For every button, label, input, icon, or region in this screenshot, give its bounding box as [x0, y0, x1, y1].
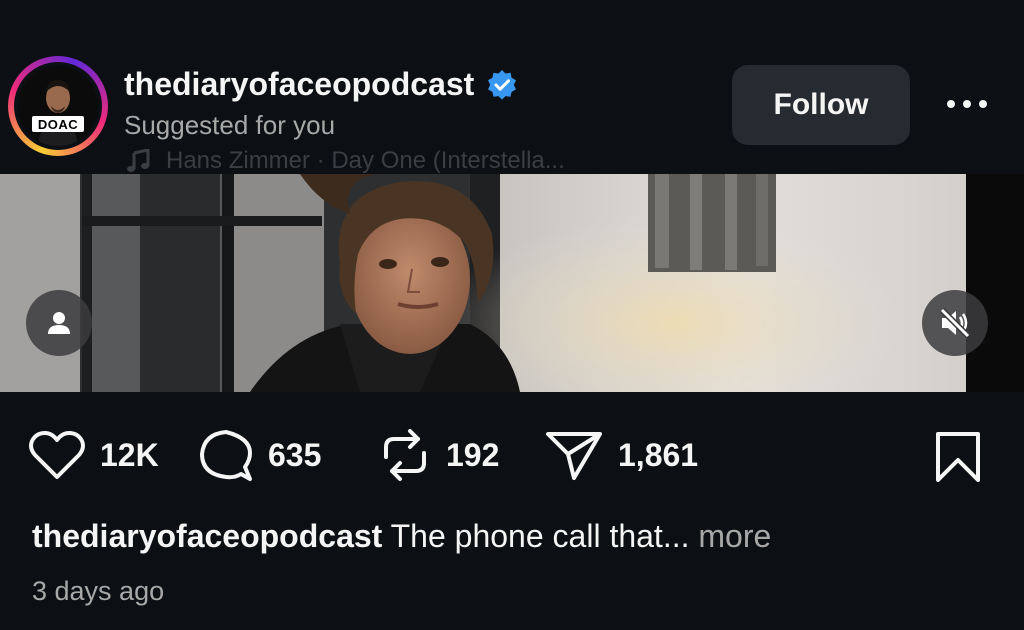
repost-count[interactable]: 192: [446, 437, 499, 474]
caption-username[interactable]: thediaryofaceopodcast: [32, 518, 382, 554]
username-link[interactable]: thediaryofaceopodcast: [124, 66, 474, 103]
post-actions: 12K 635 192 1,861: [0, 420, 1024, 490]
tagged-users-button[interactable]: [26, 290, 92, 356]
repost-action: 192: [378, 420, 499, 490]
post-caption: thediaryofaceopodcast The phone call tha…: [32, 518, 771, 555]
music-title: Hans Zimmer · Day One (Interstella...: [166, 148, 565, 174]
heart-icon[interactable]: [28, 429, 86, 481]
like-action: 12K: [28, 420, 159, 490]
person-icon: [48, 312, 70, 334]
suggested-label: Suggested for you: [124, 110, 336, 140]
send-icon[interactable]: [544, 428, 604, 482]
repost-icon[interactable]: [378, 427, 432, 483]
speaker-muted-icon: [939, 307, 971, 339]
post-timestamp: 3 days ago: [32, 576, 165, 606]
verified-badge-icon: [488, 69, 517, 100]
caption-text: The phone call that...: [390, 518, 690, 554]
bookmark-icon[interactable]: [934, 430, 982, 484]
comment-count[interactable]: 635: [268, 437, 321, 474]
avatar-badge: DOAC: [32, 116, 84, 132]
avatar: DOAC: [18, 66, 98, 146]
music-attribution[interactable]: Hans Zimmer · Day One (Interstella...: [126, 148, 565, 174]
music-note-icon: [127, 149, 150, 172]
share-count[interactable]: 1,861: [618, 437, 698, 474]
like-count[interactable]: 12K: [100, 437, 159, 474]
story-ring-avatar[interactable]: DOAC: [8, 56, 108, 156]
video-frame: [0, 174, 1024, 392]
post-header: DOAC thediaryofaceopodcast Suggested for…: [0, 0, 1024, 174]
comment-action: 635: [198, 420, 321, 490]
caption-more-link[interactable]: more: [698, 518, 771, 554]
comment-icon[interactable]: [198, 427, 254, 483]
follow-button[interactable]: Follow: [732, 65, 910, 145]
post-video[interactable]: [0, 174, 1024, 392]
ellipsis-icon[interactable]: [942, 92, 992, 116]
share-action: 1,861: [544, 420, 698, 490]
mute-toggle-button[interactable]: [922, 290, 988, 356]
avatar-photo: [18, 66, 98, 146]
